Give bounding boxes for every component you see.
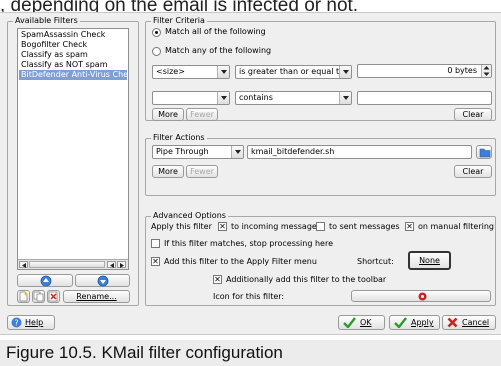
scroll-left-arrow-icon[interactable] [107,261,116,268]
chevron-down-icon [217,66,229,78]
copy-icon [33,291,44,302]
help-icon: ? [11,317,22,328]
chevron-down-icon [217,92,229,104]
criteria-fewer-button[interactable]: Fewer [186,108,218,121]
filter-list-item[interactable]: Bogofilter Check [19,40,127,50]
apply-filter-label: Apply this filter [151,222,212,231]
ok-label: OK [360,318,372,327]
sent-checkbox[interactable] [316,222,325,231]
rule-condition-value: contains [239,93,273,102]
chevron-down-icon [339,66,351,78]
apply-button[interactable]: Apply [389,315,440,330]
stop-processing-label: If this filter matches, stop processing … [164,239,333,248]
match-any-label: Match any of the following [165,46,272,55]
rule-condition-select[interactable]: is greater than or equal to [235,65,352,79]
stop-processing-checkbox[interactable] [151,239,160,248]
scroll-thumb[interactable] [29,261,105,268]
manual-checkbox[interactable]: ✕ [405,222,414,231]
cancel-icon [447,317,458,328]
action-argument-value: kmail_bitdefender.sh [251,147,335,156]
filter-criteria-title: Filter Criteria [151,16,207,26]
criteria-clear-button[interactable]: Clear [454,108,492,121]
cancel-label: Cancel [462,318,490,327]
advanced-options-title: Advanced Options [151,211,228,221]
match-all-radio[interactable] [152,28,161,37]
help-button[interactable]: ? Help [7,315,55,330]
svg-text:?: ? [14,319,18,328]
filter-actions-group: Filter Actions Pipe Through kmail_bitdef… [145,133,496,196]
open-file-button[interactable] [476,145,492,159]
match-any-radio[interactable] [152,47,161,56]
rule-field-value: <size> [156,67,185,76]
rule-field-select[interactable]: <size> [152,65,230,79]
action-argument-input[interactable]: kmail_bitdefender.sh [247,145,472,159]
shortcut-value: None [419,256,440,265]
filter-list-item[interactable]: Classify as spam [19,50,127,60]
rename-button[interactable]: Rename... [63,290,130,303]
actions-more-button[interactable]: More [152,165,184,178]
rule-value-input[interactable] [357,91,492,105]
move-up-button[interactable] [17,274,73,287]
move-down-button[interactable] [75,274,130,287]
new-document-icon [19,291,28,302]
horizontal-scrollbar[interactable] [18,259,128,269]
advanced-options-group: Advanced Options Apply this filter ✕ to … [145,211,496,306]
size-value: 0 bytes [447,66,477,75]
rule-condition-select[interactable]: contains [235,91,352,105]
toolbar-checkbox[interactable]: ✕ [213,275,222,284]
apply-menu-checkbox[interactable]: ✕ [151,257,160,266]
help-label: Help [25,318,44,327]
rename-button-label: Rename... [76,292,117,301]
shortcut-label: Shortcut: [357,257,394,266]
size-spinbox[interactable]: 0 bytes [357,64,492,78]
action-type-select[interactable]: Pipe Through [152,145,244,159]
scroll-right-arrow-icon[interactable] [117,261,126,268]
checkmark-icon [343,317,356,328]
filter-actions-title: Filter Actions [151,133,207,143]
copy-filter-button[interactable] [32,290,45,303]
incoming-checkbox[interactable]: ✕ [218,222,227,231]
apply-menu-label: Add this filter to the Apply Filter menu [164,257,317,266]
filter-list-item-selected[interactable]: BitDefender Anti-Virus Checl [19,70,127,80]
match-all-label: Match all of the following [165,27,266,36]
scroll-left-arrow-icon[interactable] [19,261,28,268]
manual-label: on manual filtering [418,222,494,231]
available-filters-group: Available Filters SpamAssassin Check Bog… [7,16,139,306]
choose-icon-button[interactable] [351,290,491,302]
action-type-value: Pipe Through [156,147,209,156]
delete-icon [48,291,58,302]
arrow-down-icon [97,275,109,287]
incoming-label: to incoming messages [231,222,321,231]
new-filter-button[interactable] [17,290,30,303]
chevron-down-icon [339,92,351,104]
chevron-down-icon [231,146,243,158]
filter-list-item[interactable]: SpamAssassin Check [19,30,127,40]
actions-fewer-button[interactable]: Fewer [186,165,218,178]
cancel-button[interactable]: Cancel [442,315,496,330]
actions-clear-button[interactable]: Clear [454,165,492,178]
filter-icon [418,292,427,301]
ok-button[interactable]: OK [338,315,385,330]
rule-field-select[interactable] [152,91,230,105]
folder-icon [479,148,491,158]
apply-label: Apply [411,318,434,327]
filter-criteria-group: Filter Criteria Match all of the followi… [145,16,496,121]
filter-list-item[interactable]: Classify as NOT spam [19,60,127,70]
figure-caption: Figure 10.5. KMail filter configuration [0,340,501,366]
sent-label: to sent messages [329,222,400,231]
available-filters-title: Available Filters [13,16,80,26]
filter-list[interactable]: SpamAssassin Check Bogofilter Check Clas… [17,28,129,270]
arrow-up-icon [40,275,52,287]
rule-condition-value: is greater than or equal to [239,67,345,76]
delete-filter-button[interactable] [47,290,60,303]
spin-arrows-icon[interactable] [481,65,491,77]
checkmark-icon [394,317,407,328]
shortcut-button[interactable]: None [408,251,451,270]
icon-for-filter-label: Icon for this filter: [213,292,285,301]
criteria-more-button[interactable]: More [152,108,184,121]
filter-dialog: Available Filters SpamAssassin Check Bog… [0,12,501,335]
toolbar-label: Additionally add this filter to the tool… [226,275,387,284]
